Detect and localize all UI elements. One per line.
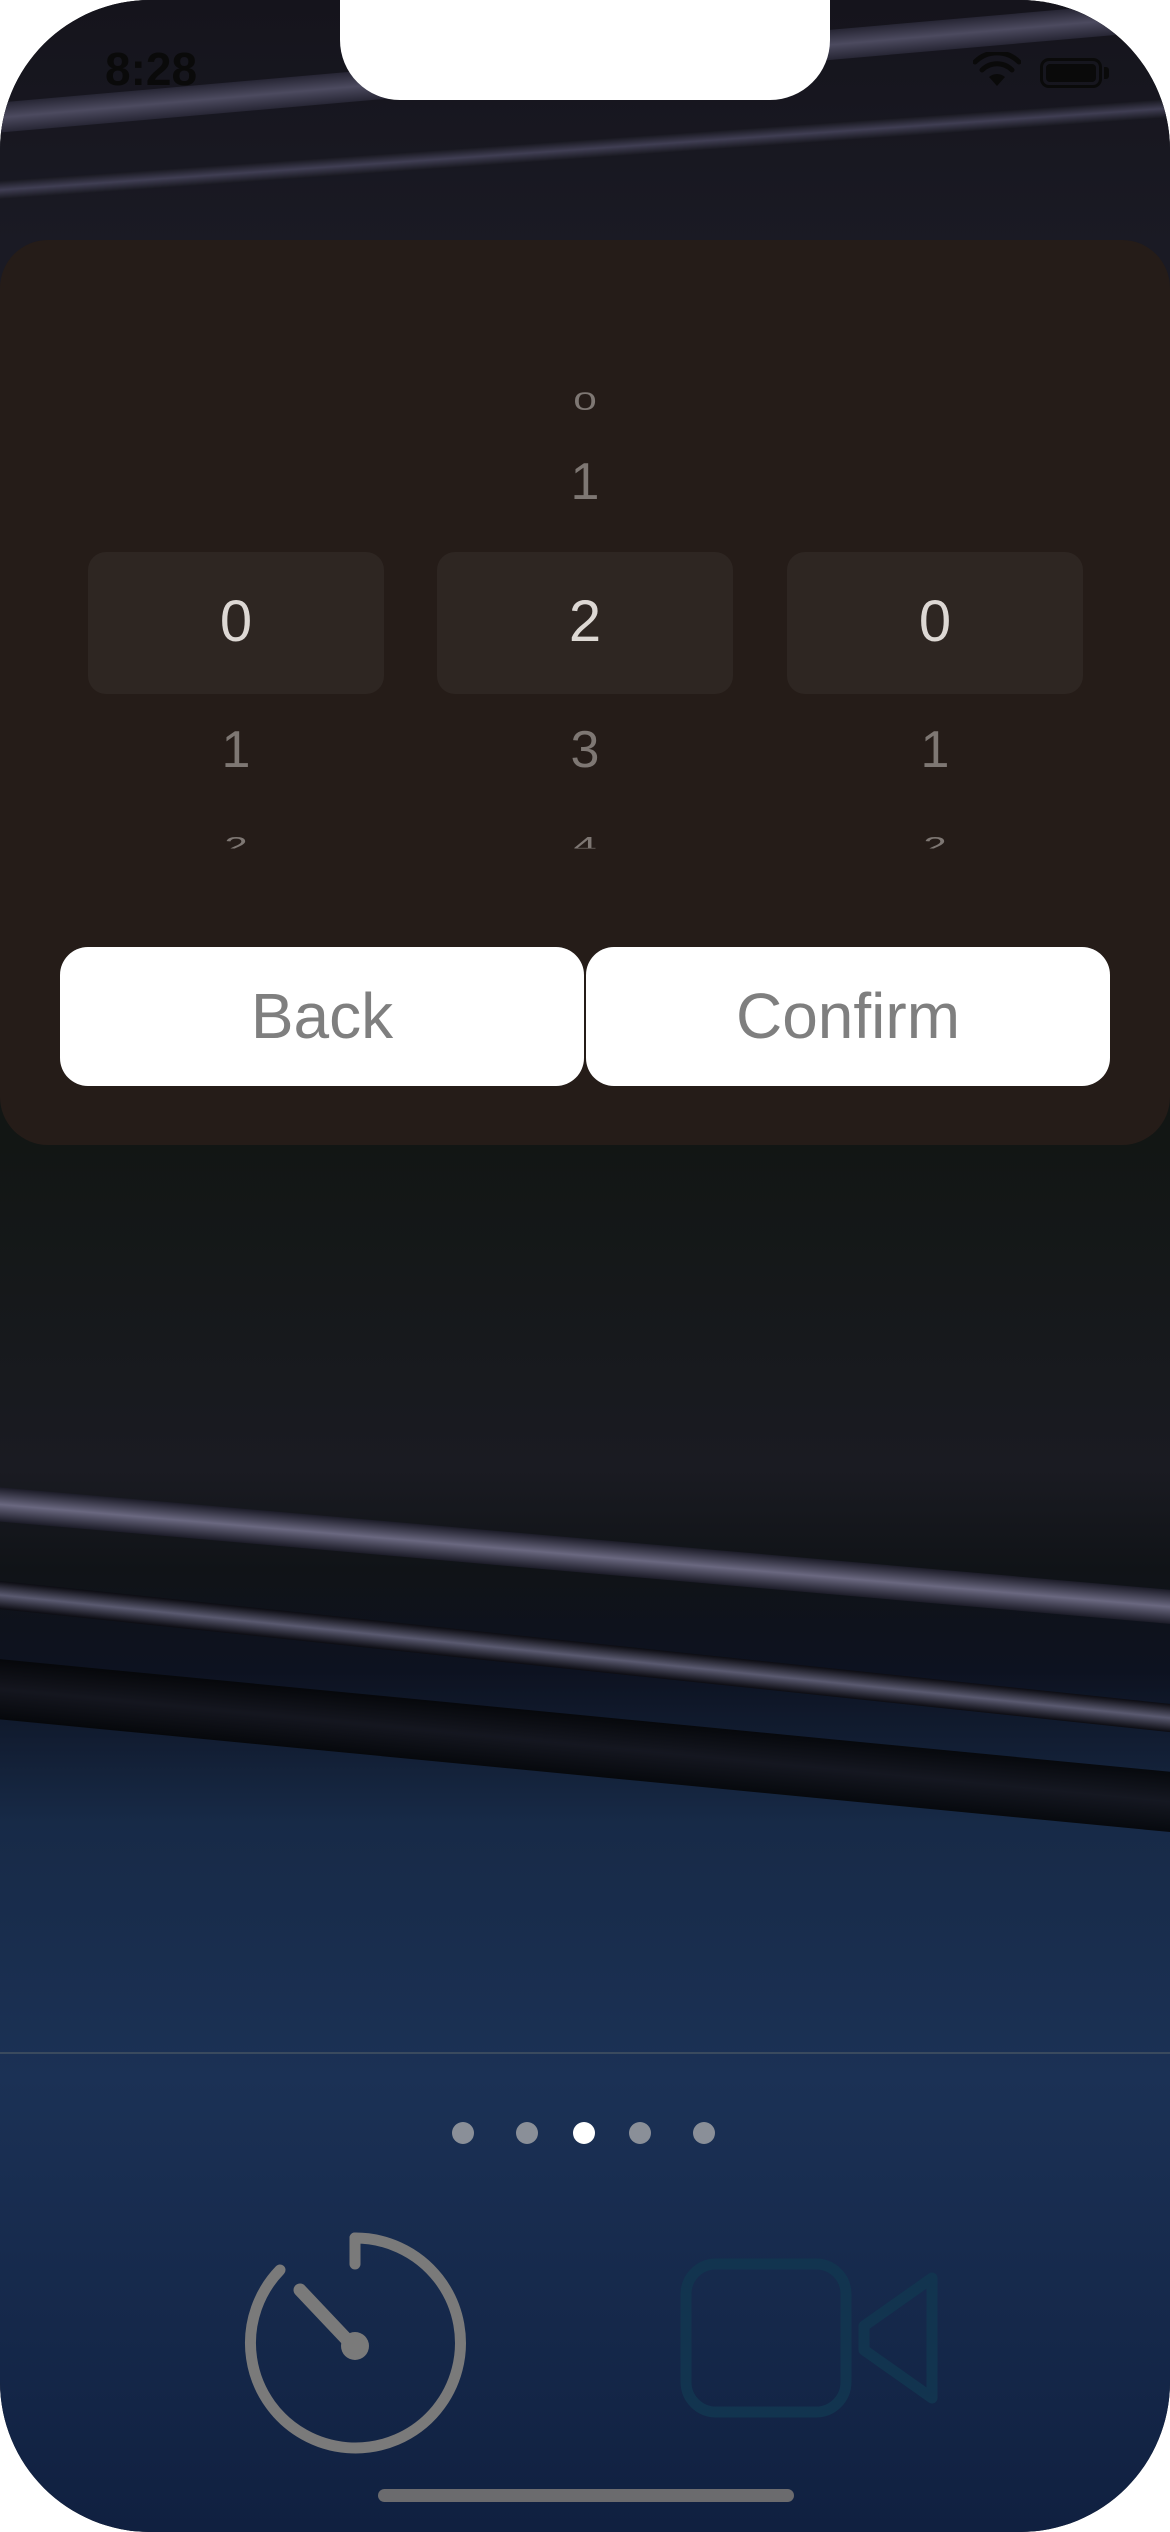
page-dot-4[interactable]: [629, 2122, 651, 2144]
page-dot-1[interactable]: [452, 2122, 474, 2144]
picker-value: 1: [920, 721, 950, 779]
picker-value: 1: [570, 453, 600, 511]
time-picker-panel: 0 1 2 0 1 2 3 4 0 1 2 Back Confirm: [0, 240, 1170, 1145]
picker-selected-value: 0: [219, 589, 253, 654]
video-camera-icon[interactable]: [680, 2258, 940, 2418]
picker-value: 1: [221, 721, 251, 779]
picker-selected-value: 0: [918, 589, 952, 654]
picker-value: 2: [224, 832, 248, 849]
picker-value: 0: [573, 387, 597, 416]
home-indicator: [378, 2489, 794, 2502]
notch: [340, 0, 830, 100]
wifi-icon: [973, 52, 1021, 86]
tab-bar-divider: [0, 2052, 1170, 2054]
phone-screen: 8:28 0 1 2 0 1 2 3 4 0 1 2 Back Confirm: [0, 0, 1170, 2532]
back-button[interactable]: Back: [60, 947, 584, 1086]
picker-value: 2: [923, 832, 947, 849]
status-time: 8:28: [105, 43, 198, 95]
picker-selected-value: 2: [568, 589, 602, 654]
picker-value: 3: [570, 721, 600, 779]
picker-value: 4: [573, 832, 597, 849]
battery-tip: [1104, 67, 1109, 79]
confirm-button[interactable]: Confirm: [586, 947, 1110, 1086]
page-dot-3-active[interactable]: [573, 2122, 595, 2144]
page-dot-5[interactable]: [693, 2122, 715, 2144]
page-dot-2[interactable]: [516, 2122, 538, 2144]
timer-icon[interactable]: [240, 2228, 470, 2458]
battery-icon: [1040, 58, 1102, 88]
